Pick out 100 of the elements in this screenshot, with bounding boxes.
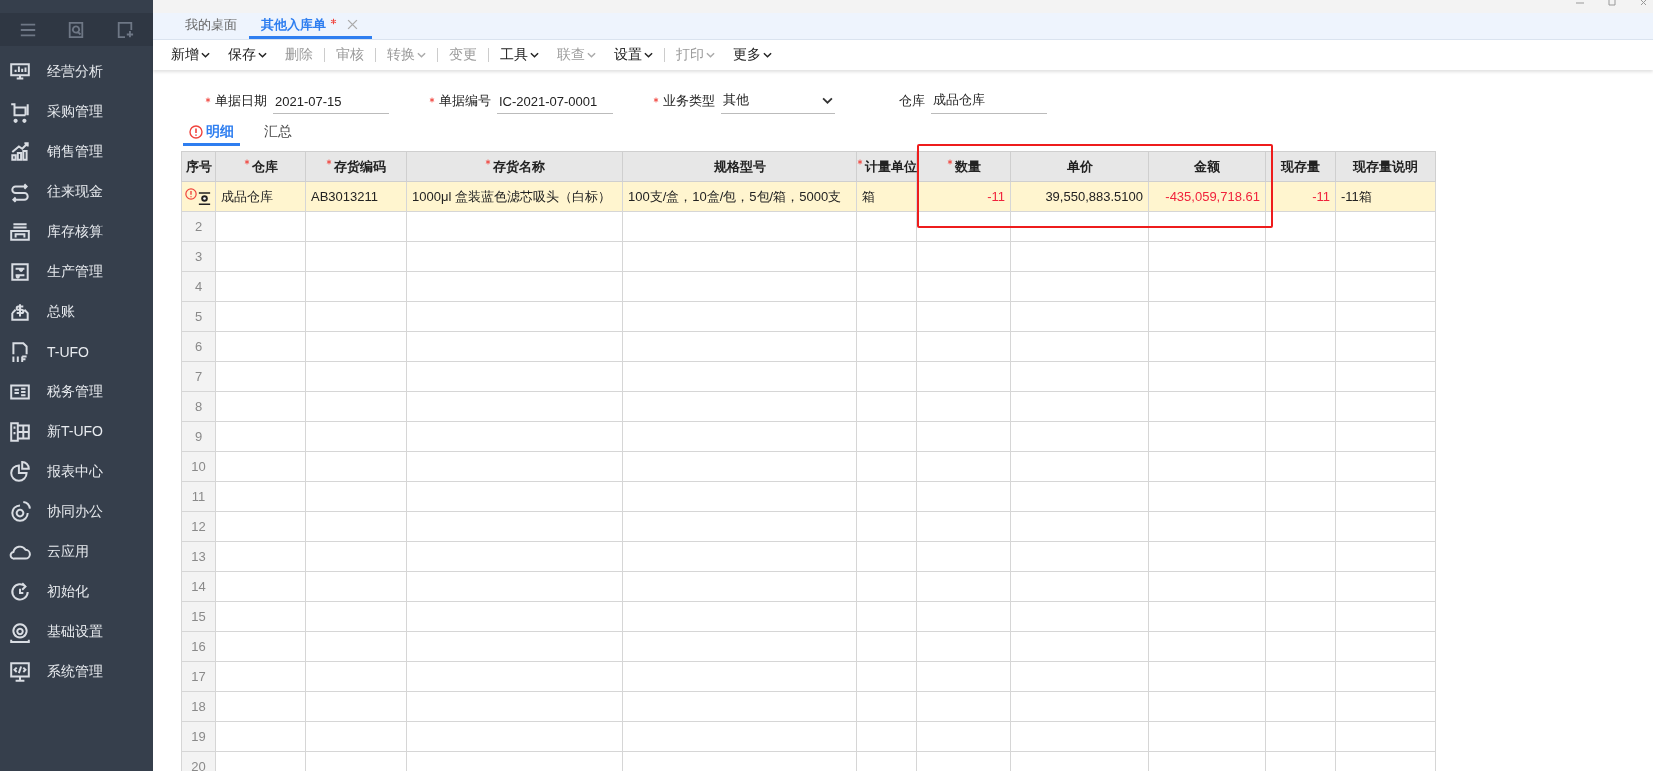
column-header: 金额 bbox=[1148, 151, 1266, 182]
input-field[interactable]: 成品仓库 bbox=[931, 91, 1047, 114]
tab[interactable]: 我的桌面 bbox=[173, 13, 249, 39]
tab[interactable]: 其他入库单 bbox=[249, 13, 372, 39]
required-icon bbox=[946, 158, 953, 165]
pie-chart-icon bbox=[9, 461, 31, 483]
row-number: 18 bbox=[181, 691, 216, 722]
row-number: 9 bbox=[181, 421, 216, 452]
caret-icon bbox=[258, 52, 267, 58]
column-header: 存货编码 bbox=[305, 151, 407, 182]
sidebar-item[interactable]: 生产管理 bbox=[0, 252, 153, 292]
row-number: 5 bbox=[181, 301, 216, 332]
sidebar-item[interactable]: 销售管理 bbox=[0, 132, 153, 172]
column-header: 数量 bbox=[916, 151, 1011, 182]
minimize-icon[interactable] bbox=[1575, 0, 1585, 6]
input-field[interactable]: 其他 bbox=[721, 91, 835, 114]
column-header: 现存量 bbox=[1265, 151, 1336, 182]
toolbar-button[interactable]: 保存 bbox=[221, 44, 274, 66]
table-cell: 成品仓库 bbox=[215, 181, 306, 212]
close-icon[interactable] bbox=[347, 19, 358, 30]
caret-icon bbox=[587, 52, 596, 58]
column-header: 现存量说明 bbox=[1335, 151, 1436, 182]
modified-icon bbox=[330, 18, 337, 25]
field-label: 仓库 bbox=[899, 92, 925, 110]
caret-icon bbox=[530, 52, 539, 58]
required-icon bbox=[243, 158, 250, 165]
field-label: 业务类型 bbox=[663, 92, 715, 110]
money-tray-icon bbox=[9, 301, 31, 323]
tab[interactable]: 明细 bbox=[183, 120, 240, 146]
sidebar-item[interactable]: 系统管理 bbox=[0, 652, 153, 692]
row-number: 15 bbox=[181, 601, 216, 632]
caret-icon bbox=[763, 52, 772, 58]
document-icon bbox=[9, 341, 31, 363]
table-cell: 箱 bbox=[856, 181, 917, 212]
growth-chart-icon bbox=[9, 141, 31, 163]
input-field[interactable]: IC-2021-07-0001 bbox=[497, 94, 613, 114]
caret-icon bbox=[201, 52, 210, 58]
building-icon bbox=[9, 421, 31, 443]
sidebar-item[interactable]: T-UFO bbox=[0, 332, 153, 372]
row-number: 11 bbox=[181, 481, 216, 512]
sidebar-item[interactable]: 报表中心 bbox=[0, 452, 153, 492]
sidebar-item[interactable]: 经营分析 bbox=[0, 52, 153, 92]
row-number: 20 bbox=[181, 751, 216, 771]
tab[interactable]: 汇总 bbox=[258, 120, 298, 146]
toolbar-button[interactable]: 设置 bbox=[607, 44, 660, 66]
sidebar-item[interactable]: 往来现金 bbox=[0, 172, 153, 212]
caret-icon bbox=[822, 96, 833, 104]
field-label: 单据编号 bbox=[439, 92, 491, 110]
sidebar-item[interactable]: 基础设置 bbox=[0, 612, 153, 652]
search-icon[interactable] bbox=[67, 20, 86, 39]
input-field[interactable]: 2021-07-15 bbox=[273, 94, 389, 114]
table-cell: 39,550,883.5100 bbox=[1010, 181, 1149, 212]
required-icon bbox=[429, 97, 435, 103]
loop-arrows-icon bbox=[9, 181, 31, 203]
required-icon bbox=[484, 158, 491, 165]
restore-icon[interactable] bbox=[1607, 0, 1617, 6]
row-number: 13 bbox=[181, 541, 216, 572]
row-number: 3 bbox=[181, 241, 216, 272]
printer-icon bbox=[9, 221, 31, 243]
table-cell: AB3013211 bbox=[305, 181, 407, 212]
table-cell: -11箱 bbox=[1335, 181, 1436, 212]
column-header: 计量单位 bbox=[856, 151, 917, 182]
sidebar-item[interactable]: 库存核算 bbox=[0, 212, 153, 252]
caret-icon bbox=[706, 52, 715, 58]
column-header: 序号 bbox=[181, 151, 216, 182]
row-number: 6 bbox=[181, 331, 216, 362]
tax-card-icon bbox=[9, 381, 31, 403]
sliders-icon bbox=[9, 261, 31, 283]
sidebar-item[interactable]: 税务管理 bbox=[0, 372, 153, 412]
required-icon bbox=[205, 97, 211, 103]
add-icon[interactable] bbox=[115, 20, 134, 39]
row-number: 12 bbox=[181, 511, 216, 542]
monitor-chart-icon bbox=[9, 61, 31, 83]
row-number: 7 bbox=[181, 361, 216, 392]
sidebar-item[interactable]: 新T-UFO bbox=[0, 412, 153, 452]
table-cell: 100支/盒，10盒/包，5包/箱，5000支 bbox=[622, 181, 857, 212]
row-number: 17 bbox=[181, 661, 216, 692]
sidebar-item[interactable]: 采购管理 bbox=[0, 92, 153, 132]
row-number: 10 bbox=[181, 451, 216, 482]
required-icon bbox=[857, 158, 863, 165]
column-header: 单价 bbox=[1010, 151, 1149, 182]
code-monitor-icon bbox=[9, 661, 31, 683]
sidebar-item[interactable]: 协同办公 bbox=[0, 492, 153, 532]
row-number: 19 bbox=[181, 721, 216, 752]
row-number: 4 bbox=[181, 271, 216, 302]
close-icon[interactable] bbox=[1639, 0, 1649, 6]
toolbar-button[interactable]: 新增 bbox=[164, 44, 217, 66]
row-number: 14 bbox=[181, 571, 216, 602]
sidebar-item[interactable]: 初始化 bbox=[0, 572, 153, 612]
caret-icon bbox=[644, 52, 653, 58]
column-header: 存货名称 bbox=[406, 151, 623, 182]
cart-icon bbox=[9, 101, 31, 123]
table-cell: -435,059,718.61 bbox=[1148, 181, 1266, 212]
sidebar-item[interactable]: 总账 bbox=[0, 292, 153, 332]
refresh-icon bbox=[9, 581, 31, 603]
field-label: 单据日期 bbox=[215, 92, 267, 110]
toolbar-button[interactable]: 更多 bbox=[726, 44, 779, 66]
required-icon bbox=[326, 158, 332, 165]
toolbar-button[interactable]: 工具 bbox=[493, 44, 546, 66]
sidebar-item[interactable]: 云应用 bbox=[0, 532, 153, 572]
